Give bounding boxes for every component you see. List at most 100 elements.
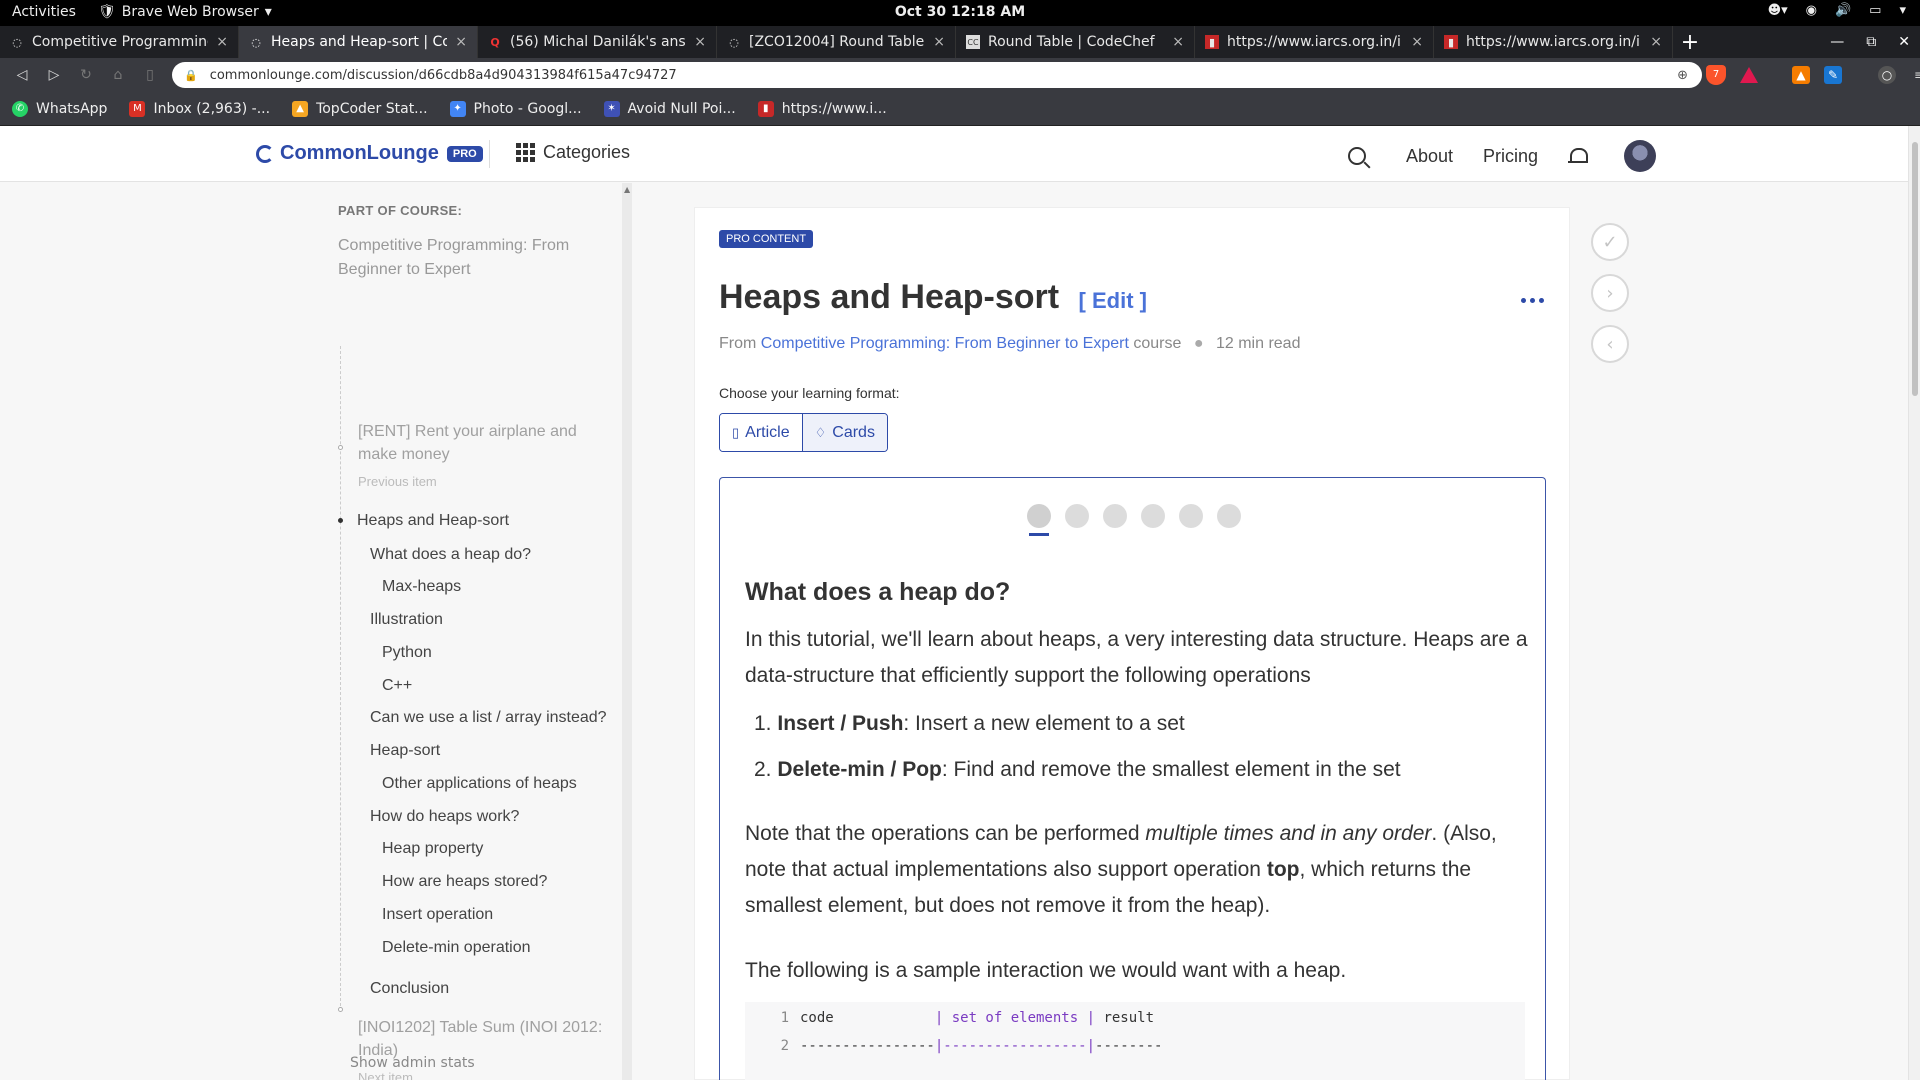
nav-about[interactable]: About — [1406, 146, 1453, 167]
pager-dot[interactable] — [1141, 504, 1165, 528]
site-logo[interactable]: CommonLounge PRO — [256, 142, 483, 165]
bookmark-topcoder[interactable]: ▲ TopCoder Stat... — [292, 100, 428, 117]
browser-tab[interactable]: ▮ https://www.iarcs.org.in/i × — [1195, 26, 1434, 58]
toc-item[interactable]: Delete-min operation — [382, 936, 531, 959]
pager-dot[interactable] — [1065, 504, 1089, 528]
close-icon[interactable]: × — [455, 34, 467, 50]
pager-dot-current[interactable] — [1027, 504, 1051, 536]
meta-course-link[interactable]: Competitive Programming: From Beginner t… — [761, 335, 1129, 352]
volume-icon[interactable]: 🔊 — [1835, 3, 1851, 18]
chevron-left-icon[interactable]: ‹ — [1591, 325, 1629, 363]
browser-tab[interactable]: ▮ https://www.iarcs.org.in/i × — [1434, 26, 1673, 58]
bookmark-icon[interactable]: ▯ — [134, 67, 166, 83]
bookmark-label: Avoid Null Poi... — [627, 100, 736, 117]
sidebar-prev-item[interactable]: [RENT] Rent your airplane and make money… — [358, 420, 608, 493]
home-icon[interactable]: ⌂ — [102, 67, 134, 83]
close-icon[interactable]: × — [216, 34, 228, 50]
toc-item[interactable]: Insert operation — [382, 903, 493, 926]
toc-item[interactable]: Can we use a list / array instead? — [370, 706, 607, 729]
toc-item[interactable]: How are heaps stored? — [382, 870, 547, 893]
close-icon[interactable]: × — [933, 34, 945, 50]
bookmark-inbox[interactable]: M Inbox (2,963) -... — [129, 100, 270, 117]
toc-item[interactable]: C++ — [382, 674, 412, 697]
sidebar-course-link[interactable]: Competitive Programming: From Beginner t… — [338, 234, 608, 282]
minimize-icon[interactable]: — — [1830, 34, 1844, 50]
profile-icon[interactable]: ○ — [1878, 66, 1896, 84]
accessibility-icon[interactable]: ☻▾ — [1768, 3, 1788, 18]
pager-dot[interactable] — [1217, 504, 1241, 528]
scroll-up-icon[interactable]: ▲ — [624, 185, 630, 194]
lock-icon[interactable]: 🔒 — [184, 69, 198, 82]
sidebar-scrollbar[interactable]: ▲ — [622, 183, 632, 1080]
pen-extension-icon[interactable]: ✎ — [1824, 66, 1842, 84]
article-panel: PRO CONTENT Heaps and Heap-sort [ Edit ]… — [694, 207, 1570, 1080]
restore-icon[interactable]: ⧉ — [1866, 34, 1876, 50]
chevron-right-icon[interactable]: › — [1591, 274, 1629, 312]
loading-icon: ◌ — [729, 35, 739, 49]
forward-icon[interactable]: ▷ — [38, 67, 70, 83]
toc-item[interactable]: Conclusion — [370, 977, 449, 1000]
toc-item[interactable]: Max-heaps — [382, 575, 461, 598]
browser-tab[interactable]: CC Round Table | CodeChef × — [956, 26, 1195, 58]
network-icon[interactable]: ◉ — [1806, 3, 1817, 18]
bell-icon[interactable] — [1568, 146, 1589, 166]
toc-item[interactable]: Heap property — [382, 837, 483, 860]
intro-paragraph: In this tutorial, we'll learn about heap… — [745, 628, 1528, 687]
menu-icon[interactable]: ≡ — [1910, 66, 1920, 84]
reload-icon[interactable]: ↻ — [70, 67, 102, 83]
browser-tab[interactable]: Q (56) Michal Danilák's answ × — [478, 26, 717, 58]
nav-pricing[interactable]: Pricing — [1483, 146, 1538, 167]
address-bar[interactable]: 🔒 commonlounge.com/discussion/d66cdb8a4d… — [172, 62, 1702, 88]
battery-icon[interactable]: ▭ — [1869, 3, 1881, 18]
brave-shields-icon[interactable]: 7 — [1706, 65, 1726, 85]
format-cards-button[interactable]: ♢ Cards — [801, 414, 887, 451]
browser-tab-active[interactable]: ◌ Heaps and Heap-sort | Com × — [239, 26, 478, 58]
toc-item[interactable]: Heap-sort — [370, 739, 440, 762]
activities-button[interactable]: Activities — [12, 4, 76, 20]
extension-icon[interactable]: ▲ — [1792, 66, 1810, 84]
browser-tab[interactable]: ◌ Competitive Programming × — [0, 26, 239, 58]
close-icon[interactable]: × — [1411, 34, 1423, 50]
close-icon[interactable]: × — [1172, 34, 1184, 50]
format-article-button[interactable]: ▯ Article — [720, 414, 802, 451]
new-tab-button[interactable]: + — [1673, 26, 1707, 58]
format-cards-label: Cards — [832, 423, 875, 441]
pager-dot[interactable] — [1103, 504, 1127, 528]
back-icon[interactable]: ◁ — [6, 67, 38, 83]
brave-rewards-icon[interactable] — [1740, 67, 1758, 83]
app-menu[interactable]: 🛡 Brave Web Browser ▾ — [98, 4, 272, 20]
bookmark-iarcs[interactable]: ▮ https://www.i... — [757, 100, 887, 117]
close-window-icon[interactable]: ✕ — [1898, 34, 1910, 50]
search-icon[interactable] — [1348, 147, 1366, 165]
more-options-icon[interactable] — [1521, 298, 1544, 303]
edit-link[interactable]: [ Edit ] — [1079, 288, 1147, 313]
whatsapp-icon: ✆ — [12, 100, 28, 117]
commonlounge-logo-icon — [256, 144, 274, 163]
bookmark-avoid-null[interactable]: ✶ Avoid Null Poi... — [603, 100, 736, 117]
toc-item[interactable]: Other applications of heaps — [382, 772, 577, 795]
bookmark-google-photos[interactable]: ✦ Photo - Googl... — [449, 100, 582, 117]
caret-down-icon[interactable]: ▾ — [1899, 3, 1906, 18]
next-item-title: [INOI1202] Table Sum (INOI 2012: India) — [358, 1019, 603, 1059]
line-number: 2 — [780, 1038, 789, 1054]
toc-item[interactable]: What does a heap do? — [370, 543, 531, 566]
zoom-icon[interactable]: ⊕ — [1677, 68, 1688, 83]
toc-item[interactable]: How do heaps work? — [370, 805, 519, 828]
sidebar-current-item[interactable]: Heaps and Heap-sort — [357, 509, 509, 532]
close-icon[interactable]: × — [1650, 34, 1662, 50]
pager-dot[interactable] — [1179, 504, 1203, 528]
page-scrollbar[interactable] — [1908, 126, 1920, 1080]
show-admin-stats-link[interactable]: Show admin stats — [350, 1055, 475, 1071]
categories-menu[interactable]: Categories — [516, 142, 630, 163]
scrollbar-thumb[interactable] — [1912, 142, 1918, 396]
bookmark-whatsapp[interactable]: ✆ WhatsApp — [12, 100, 107, 117]
clock[interactable]: Oct 30 12:18 AM — [895, 4, 1025, 20]
toc-item[interactable]: Illustration — [370, 608, 443, 631]
codechef-icon: CC — [966, 35, 980, 49]
browser-tab[interactable]: ◌ [ZCO12004] Round Table (Z × — [717, 26, 956, 58]
close-icon[interactable]: × — [694, 34, 706, 50]
toc-item[interactable]: Python — [382, 641, 432, 664]
system-tray[interactable]: ☻▾ ◉ 🔊 ▭ ▾ — [1768, 3, 1906, 18]
check-icon[interactable]: ✓ — [1591, 223, 1629, 261]
avatar[interactable] — [1624, 140, 1657, 172]
